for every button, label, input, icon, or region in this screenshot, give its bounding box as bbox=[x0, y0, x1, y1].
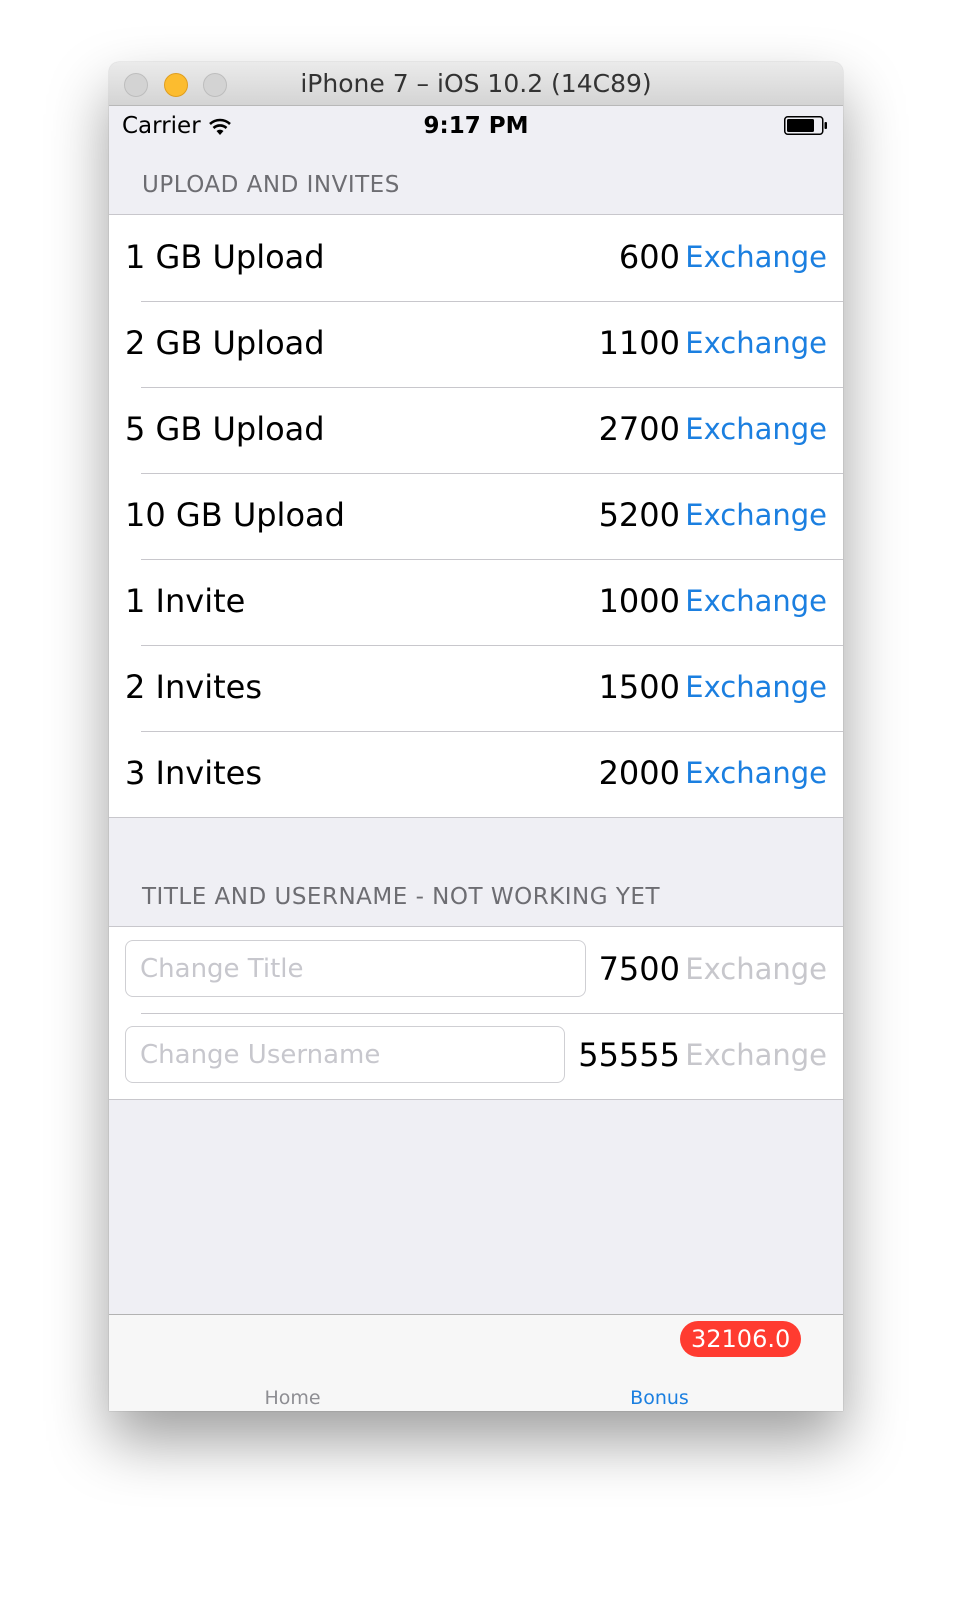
window-titlebar: iPhone 7 – iOS 10.2 (14C89) bbox=[109, 62, 843, 106]
row-cost: 7500 bbox=[598, 950, 680, 988]
tab-label: Home bbox=[264, 1387, 321, 1409]
simulator-window: iPhone 7 – iOS 10.2 (14C89) Carrier 9:17… bbox=[109, 62, 843, 1411]
device-screen: Carrier 9:17 PM UPLOAD AND INVITES 1 GB … bbox=[109, 106, 843, 1411]
change-username-input[interactable] bbox=[125, 1026, 565, 1083]
exchange-button[interactable]: Exchange bbox=[685, 584, 827, 618]
table-row: 1 GB Upload 600 Exchange bbox=[109, 215, 843, 301]
row-cost: 1500 bbox=[598, 668, 680, 706]
table-row: 7500 Exchange bbox=[109, 927, 843, 1013]
exchange-button[interactable]: Exchange bbox=[685, 326, 827, 360]
table-row: 2 Invites 1500 Exchange bbox=[109, 645, 843, 731]
balance-badge: 32106.0 bbox=[680, 1321, 802, 1357]
table-row: 1 Invite 1000 Exchange bbox=[109, 559, 843, 645]
row-cost: 5200 bbox=[598, 496, 680, 534]
row-cost: 55555 bbox=[578, 1036, 680, 1074]
tab-bar: Home Bonus 32106.0 bbox=[109, 1314, 843, 1411]
section-header-upload: UPLOAD AND INVITES bbox=[142, 172, 400, 198]
exchange-button[interactable]: Exchange bbox=[685, 756, 827, 790]
row-label: 2 GB Upload bbox=[125, 324, 325, 362]
row-cost: 1100 bbox=[598, 324, 680, 362]
status-time: 9:17 PM bbox=[423, 113, 529, 139]
window-title: iPhone 7 – iOS 10.2 (14C89) bbox=[300, 69, 652, 98]
table-row: 5 GB Upload 2700 Exchange bbox=[109, 387, 843, 473]
row-label: 10 GB Upload bbox=[125, 496, 345, 534]
table-row: 55555 Exchange bbox=[109, 1013, 843, 1099]
battery-icon bbox=[784, 116, 827, 135]
row-label: 2 Invites bbox=[125, 668, 262, 706]
exchange-button-disabled[interactable]: Exchange bbox=[685, 1038, 827, 1072]
row-cost: 2700 bbox=[598, 410, 680, 448]
tab-home[interactable]: Home bbox=[109, 1315, 476, 1411]
row-label: 3 Invites bbox=[125, 754, 262, 792]
status-bar: Carrier 9:17 PM bbox=[109, 106, 843, 146]
row-cost: 2000 bbox=[598, 754, 680, 792]
row-label: 5 GB Upload bbox=[125, 410, 325, 448]
exchange-button-disabled[interactable]: Exchange bbox=[685, 952, 827, 986]
section-header-title-username: TITLE AND USERNAME - NOT WORKING YET bbox=[142, 884, 661, 910]
exchange-button[interactable]: Exchange bbox=[685, 670, 827, 704]
table-row: 10 GB Upload 5200 Exchange bbox=[109, 473, 843, 559]
row-label: 1 Invite bbox=[125, 582, 246, 620]
exchange-button[interactable]: Exchange bbox=[685, 412, 827, 446]
row-cost: 600 bbox=[618, 238, 680, 276]
change-title-input[interactable] bbox=[125, 940, 586, 997]
tab-label: Bonus bbox=[630, 1387, 689, 1409]
row-cost: 1000 bbox=[598, 582, 680, 620]
table-row: 3 Invites 2000 Exchange bbox=[109, 731, 843, 817]
title-username-table: 7500 Exchange 55555 Exchange bbox=[109, 926, 843, 1100]
exchange-button[interactable]: Exchange bbox=[685, 498, 827, 532]
exchange-button[interactable]: Exchange bbox=[685, 240, 827, 274]
row-label: 1 GB Upload bbox=[125, 238, 325, 276]
table-row: 2 GB Upload 1100 Exchange bbox=[109, 301, 843, 387]
upload-table: 1 GB Upload 600 Exchange 2 GB Upload 110… bbox=[109, 214, 843, 818]
